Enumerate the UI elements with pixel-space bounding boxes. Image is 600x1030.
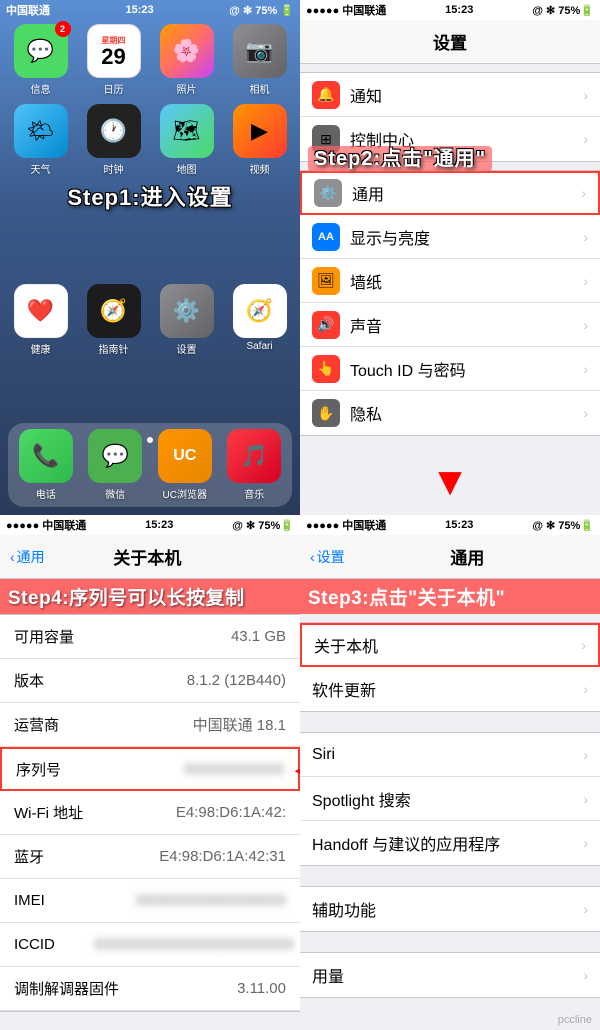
settings-row-general[interactable]: ⚙️ 通用 › — [300, 171, 600, 215]
br-row-handoff[interactable]: Handoff 与建议的应用程序 › — [300, 821, 600, 865]
safari-icon[interactable]: 🧭 Safari — [227, 284, 292, 356]
info-row-imei: IMEI XXXXXXXXXXXXXXX — [0, 879, 300, 923]
br-row-spotlight[interactable]: Spotlight 搜索 › — [300, 777, 600, 821]
photos-icon[interactable]: 🌸 照片 — [154, 24, 219, 96]
bl-time: 15:23 — [145, 519, 173, 531]
info-row-modem: 调制解调器固件 3.11.00 — [0, 967, 300, 1011]
weather-icon[interactable]: 🌤 天气 — [8, 104, 73, 176]
step1-overlay: Step1:进入设置 — [0, 180, 300, 212]
right-icons: @ ✻ 75%🔋 — [532, 4, 594, 17]
right-panel-settings: ●●●●● 中国联通 15:23 @ ✻ 75%🔋 设置 Step2:点击"通用… — [300, 0, 600, 515]
messages-icon[interactable]: 💬 2 信息 — [8, 24, 73, 96]
display-icon: AA — [312, 223, 340, 251]
br-row-about[interactable]: 关于本机 › — [300, 623, 600, 667]
phone-icon[interactable]: 📞 电话 — [14, 429, 78, 501]
settings-row-touchid[interactable]: 👆 Touch ID 与密码 › — [300, 347, 600, 391]
calendar-icon[interactable]: 星期四 29 日历 — [81, 24, 146, 96]
right-status-bar: ●●●●● 中国联通 15:23 @ ✻ 75%🔋 — [300, 0, 600, 20]
app-icons-grid: 💬 2 信息 星期四 29 日历 🌸 照片 📷 相机 — [0, 20, 300, 180]
info-row-serial[interactable]: 序列号 XXXXXXXXXX ◀ — [0, 747, 300, 791]
step3-label: Step3:点击"关于本机" — [308, 588, 505, 609]
camera-icon[interactable]: 📷 相机 — [227, 24, 292, 96]
app-icons-grid-2: ❤️ 健康 🧭 指南针 ⚙️ 设置 🧭 Safari — [0, 280, 300, 360]
br-row-usage[interactable]: 用量 › — [300, 953, 600, 997]
info-row-bluetooth: 蓝牙 E4:98:D6:1A:42:31 — [0, 835, 300, 879]
settings-row-privacy[interactable]: ✋ 隐私 › — [300, 391, 600, 435]
compass-icon[interactable]: 🧭 指南针 — [81, 284, 146, 356]
right-carrier: ●●●●● 中国联通 — [306, 2, 386, 18]
wechat-icon[interactable]: 💬 微信 — [84, 429, 148, 501]
br-row-accessibility[interactable]: 辅助功能 › — [300, 887, 600, 931]
general-group-2: Siri › Spotlight 搜索 › Handoff 与建议的应用程序 › — [300, 732, 600, 866]
br-back-button[interactable]: ‹ 设置 — [310, 547, 345, 567]
settings-title: 设置 — [433, 29, 467, 54]
step1-label: Step1:进入设置 — [67, 185, 232, 210]
notifications-icon: 🔔 — [312, 81, 340, 109]
general-group-1: 关于本机 › 软件更新 › — [300, 622, 600, 712]
bottom-right-general: ●●●●● 中国联通 15:23 @ ✻ 75%🔋 ‹ 设置 通用 Step3:… — [300, 515, 600, 1030]
br-nav-title: 通用 — [345, 544, 590, 569]
info-row-capacity: 可用容量 43.1 GB — [0, 615, 300, 659]
settings-app-icon[interactable]: ⚙️ 设置 — [154, 284, 219, 356]
health-icon[interactable]: ❤️ 健康 — [8, 284, 73, 356]
step2-label: Step2:点击"通用" — [308, 146, 492, 172]
info-row-wifi: Wi-Fi 地址 E4:98:D6:1A:42: — [0, 791, 300, 835]
info-group: 可用容量 43.1 GB 版本 8.1.2 (12B440) 运营商 中国联通 … — [0, 614, 300, 1012]
arrow-left: ◀ — [294, 753, 300, 786]
settings-row-wallpaper[interactable]: 🖼 墙纸 › — [300, 259, 600, 303]
sound-icon: 🔊 — [312, 311, 340, 339]
left-status-icons: @ ✻ 75% 🔋 — [229, 4, 294, 17]
touchid-icon: 👆 — [312, 355, 340, 383]
step4-label: Step4:序列号可以长按复制 — [8, 588, 245, 609]
step2-overlay: Step2:点击"通用" — [300, 138, 600, 175]
uc-icon[interactable]: UC UC浏览器 — [153, 429, 217, 501]
settings-group-2: ⚙️ 通用 › AA 显示与亮度 › 🖼 墙纸 › 🔊 声音 › 👆 To — [300, 170, 600, 436]
br-carrier: ●●●●● 中国联通 — [306, 517, 386, 533]
left-time: 15:23 — [126, 4, 154, 16]
br-row-siri[interactable]: Siri › — [300, 733, 600, 777]
right-time: 15:23 — [445, 4, 473, 16]
music-icon[interactable]: 🎵 音乐 — [223, 429, 287, 501]
maps-icon[interactable]: 🗺 地图 — [154, 104, 219, 176]
br-nav: ‹ 设置 通用 — [300, 535, 600, 579]
step4-overlay: Step4:序列号可以长按复制 — [0, 579, 300, 614]
clock-icon[interactable]: 🕐 时钟 — [81, 104, 146, 176]
bl-status-bar: ●●●●● 中国联通 15:23 @ ✻ 75%🔋 — [0, 515, 300, 535]
privacy-icon: ✋ — [312, 399, 340, 427]
br-icons: @ ✻ 75%🔋 — [532, 519, 594, 532]
step3-overlay: Step3:点击"关于本机" — [300, 579, 600, 614]
info-row-carrier: 运营商 中国联通 18.1 — [0, 703, 300, 747]
left-panel-homescreen: 中国联通 15:23 @ ✻ 75% 🔋 💬 2 信息 星期四 29 日历 — [0, 0, 300, 515]
settings-row-display[interactable]: AA 显示与亮度 › — [300, 215, 600, 259]
info-row-version: 版本 8.1.2 (12B440) — [0, 659, 300, 703]
left-status-bar: 中国联通 15:23 @ ✻ 75% 🔋 — [0, 0, 300, 20]
arrow-down-right: ▼ — [430, 460, 470, 505]
bottom-left-about: ●●●●● 中国联通 15:23 @ ✻ 75%🔋 ‹ 通用 关于本机 Step… — [0, 515, 300, 1030]
bl-nav: ‹ 通用 关于本机 — [0, 535, 300, 579]
dock: 📞 电话 💬 微信 UC UC浏览器 🎵 音乐 — [8, 423, 292, 507]
videos-icon[interactable]: ▶ 视频 — [227, 104, 292, 176]
bl-carrier: ●●●●● 中国联通 — [6, 517, 86, 533]
left-carrier: 中国联通 — [6, 2, 50, 18]
settings-header: 设置 — [300, 20, 600, 64]
info-row-iccid: ICCID XXXXXXXXXXXXXXXXXXXX — [0, 923, 300, 967]
wallpaper-icon: 🖼 — [312, 267, 340, 295]
settings-row-notifications[interactable]: 🔔 通知 › — [300, 73, 600, 117]
bl-nav-title: 关于本机 — [5, 544, 290, 569]
br-status-bar: ●●●●● 中国联通 15:23 @ ✻ 75%🔋 — [300, 515, 600, 535]
general-group-4: 用量 › — [300, 952, 600, 998]
general-group-3: 辅助功能 › — [300, 886, 600, 932]
br-time: 15:23 — [445, 519, 473, 531]
bl-icons: @ ✻ 75%🔋 — [232, 519, 294, 532]
settings-row-sound[interactable]: 🔊 声音 › — [300, 303, 600, 347]
watermark: pccline — [558, 1014, 592, 1026]
general-icon: ⚙️ — [314, 179, 342, 207]
br-row-update[interactable]: 软件更新 › — [300, 667, 600, 711]
